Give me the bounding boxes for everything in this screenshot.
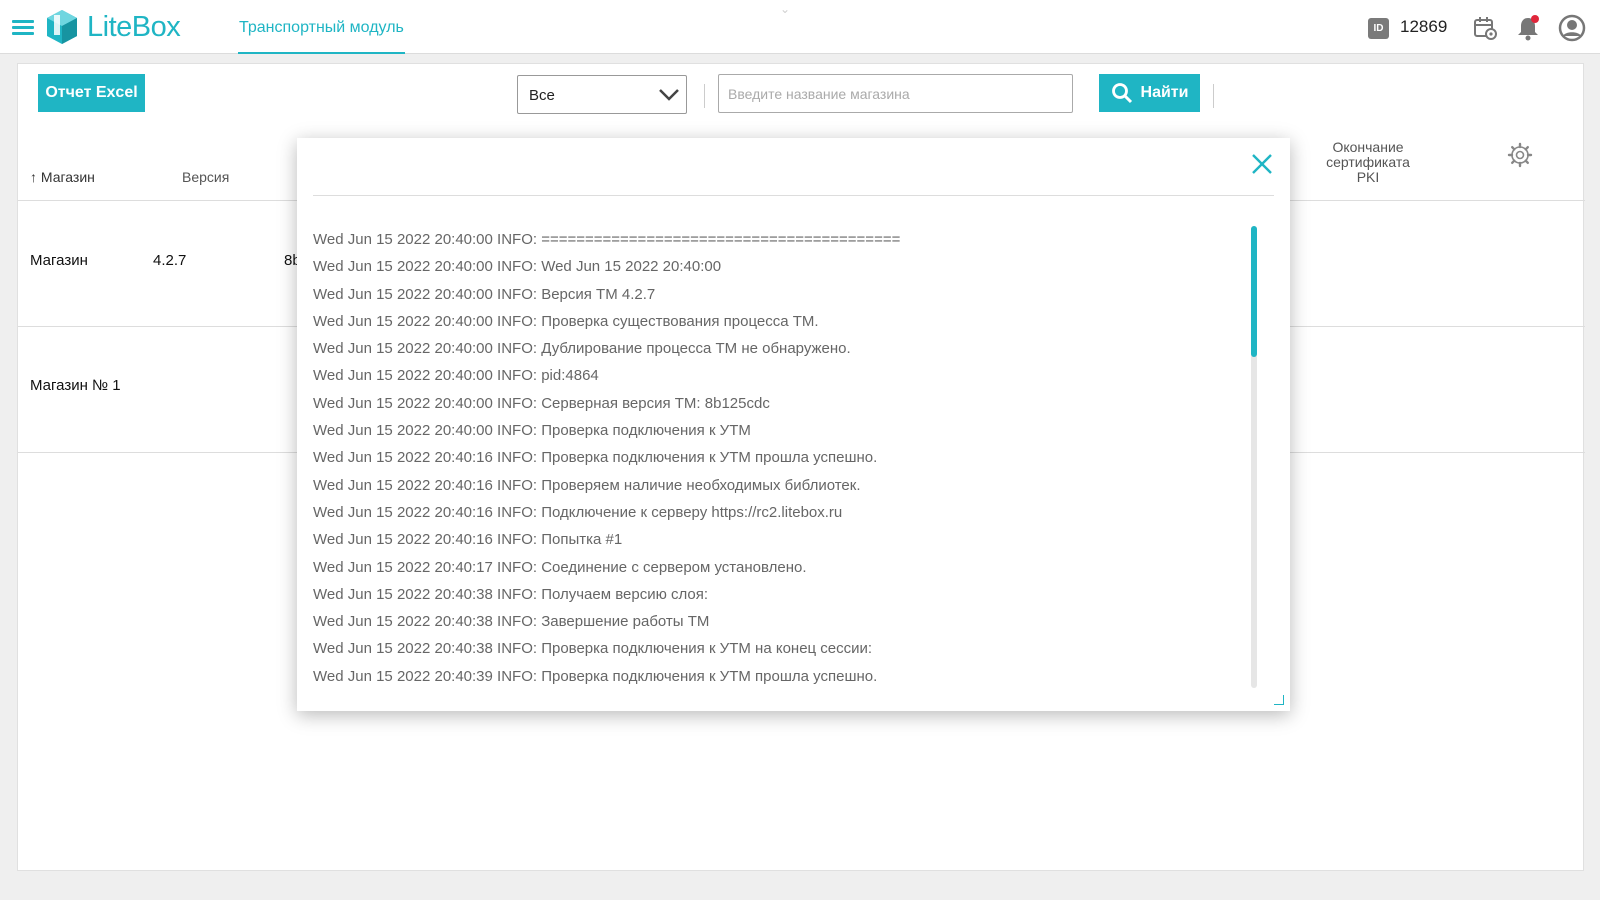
logo-icon [47,10,77,44]
log-line: Wed Jun 15 2022 20:40:17 INFO: Соединени… [313,558,807,576]
cell-store[interactable]: Магазин № 1 [30,377,121,394]
divider [704,84,705,108]
top-bar: LiteBox Транспортный модуль ⌄ ID 12869 [0,0,1600,54]
pki-header-line: PKI [1356,169,1380,185]
log-line: Wed Jun 15 2022 20:40:16 INFO: Проверяем… [313,476,861,494]
status-filter-value: Все [529,87,555,104]
notification-dot [1531,15,1539,23]
modal-divider [313,195,1274,196]
chevron-down-icon[interactable]: ⌄ [780,2,790,16]
log-line: Wed Jun 15 2022 20:40:16 INFO: Попытка #… [313,531,623,549]
find-button-label: Найти [1140,84,1189,101]
id-icon: ID [1368,18,1389,39]
chevron-down-icon [659,89,679,101]
status-filter-select[interactable]: Все [517,75,687,114]
log-line: Wed Jun 15 2022 20:40:16 INFO: Проверка … [313,449,878,467]
account-id: 12869 [1400,17,1448,36]
log-output: Wed Jun 15 2022 20:40:00 INFO: =========… [313,226,1248,688]
log-line: Wed Jun 15 2022 20:40:39 INFO: Проверка … [313,667,878,685]
user-icon[interactable] [1558,14,1586,42]
log-line: Wed Jun 15 2022 20:40:00 INFO: Дублирова… [313,340,851,358]
search-icon [1111,83,1132,104]
resize-handle[interactable] [1274,695,1284,705]
menu-icon[interactable] [12,20,34,36]
log-line: Wed Jun 15 2022 20:40:38 INFO: Завершени… [313,613,710,631]
log-line: Wed Jun 15 2022 20:40:38 INFO: Проверка … [313,640,873,658]
log-line: Wed Jun 15 2022 20:40:00 INFO: Версия ТМ… [313,285,656,303]
gear-icon[interactable] [1507,142,1533,168]
close-icon[interactable] [1248,150,1276,178]
cell-version: 4.2.7 [153,252,187,269]
log-line: Wed Jun 15 2022 20:40:00 INFO: Wed Jun 1… [313,258,722,276]
store-search-input[interactable] [718,74,1073,113]
log-line: Wed Jun 15 2022 20:40:00 INFO: Проверка … [313,312,819,330]
pki-header-line: сертификата [1326,154,1410,170]
log-line: Wed Jun 15 2022 20:40:00 INFO: Серверная… [313,394,770,412]
log-modal: Wed Jun 15 2022 20:40:00 INFO: =========… [297,138,1290,711]
column-header-store[interactable]: ↑ Магазин [30,169,95,185]
bell-icon[interactable] [1514,14,1542,42]
log-line: Wed Jun 15 2022 20:40:00 INFO: Проверка … [313,422,751,440]
find-button[interactable]: Найти [1099,74,1200,112]
tab-transport-module[interactable]: Транспортный модуль [238,0,405,54]
log-scrollbar[interactable] [1251,226,1257,688]
pki-header-line: Окончание [1332,139,1404,155]
log-line: Wed Jun 15 2022 20:40:00 INFO: =========… [313,231,901,248]
logo[interactable]: LiteBox [45,9,181,45]
calendar-settings-icon[interactable] [1471,14,1499,42]
cell-store[interactable]: Магазин [30,252,88,269]
excel-report-button[interactable]: Отчет Excel [38,74,145,112]
log-line: Wed Jun 15 2022 20:40:38 INFO: Получаем … [313,585,709,603]
log-line: Wed Jun 15 2022 20:40:00 INFO: pid:4864 [313,367,599,385]
column-header-version[interactable]: Версия [182,169,229,185]
divider [1213,84,1214,108]
log-line: Wed Jun 15 2022 20:40:16 INFO: Подключен… [313,503,843,521]
column-header-pki[interactable]: Окончание сертификата PKI [1318,140,1418,185]
logo-text: LiteBox [87,10,181,43]
column-label-store: Магазин [40,169,95,185]
sort-arrow-icon: ↑ [30,169,37,185]
scrollbar-thumb[interactable] [1251,226,1257,357]
